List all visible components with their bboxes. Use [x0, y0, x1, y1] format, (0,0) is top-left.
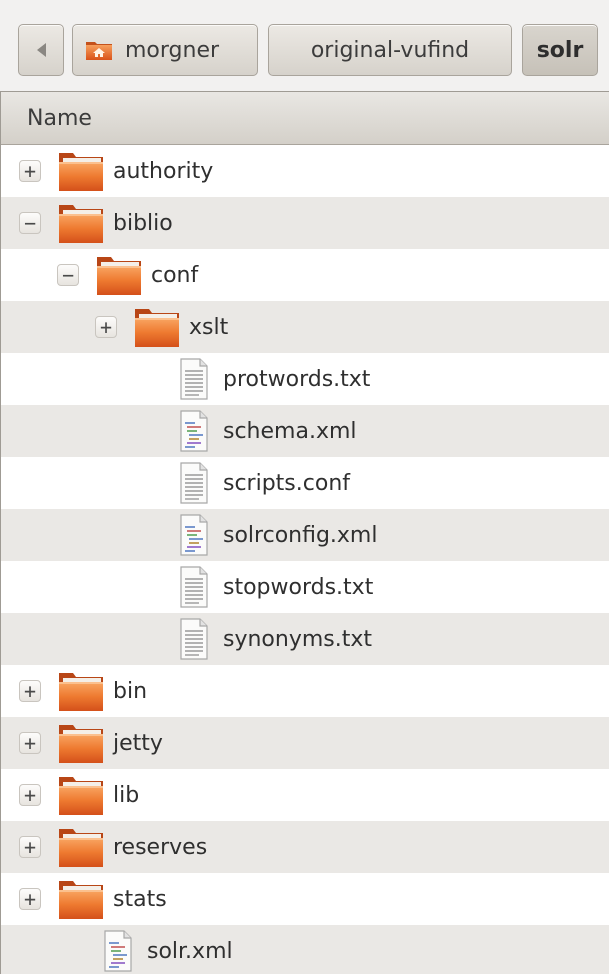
- column-header-label: Name: [27, 105, 92, 131]
- file-name: xslt: [189, 314, 229, 340]
- tree-row-file[interactable]: schema.xml: [1, 405, 609, 457]
- tree-row-folder[interactable]: + authority: [1, 145, 609, 197]
- text-file-icon: [173, 565, 213, 609]
- breadcrumb-original-vufind[interactable]: original-vufind: [268, 24, 512, 76]
- file-name: jetty: [113, 730, 163, 756]
- breadcrumb-label: solr: [536, 37, 584, 63]
- expand-toggle[interactable]: +: [19, 680, 41, 702]
- file-name: protwords.txt: [223, 366, 371, 392]
- text-file-icon: [173, 617, 213, 661]
- tree-row-folder[interactable]: − conf: [1, 249, 609, 301]
- expand-toggle[interactable]: +: [19, 888, 41, 910]
- file-list: + authority − biblio − conf + xslt protw…: [1, 145, 609, 974]
- collapse-toggle[interactable]: −: [19, 212, 41, 234]
- path-back-button[interactable]: [18, 24, 64, 76]
- file-name: bin: [113, 678, 148, 704]
- expand-toggle[interactable]: +: [19, 160, 41, 182]
- path-bar: morgner original-vufind solr: [0, 0, 609, 96]
- tree-row-folder[interactable]: + bin: [1, 665, 609, 717]
- breadcrumb-solr[interactable]: solr: [522, 24, 598, 76]
- file-name: conf: [151, 262, 199, 288]
- file-name: synonyms.txt: [223, 626, 373, 652]
- expand-toggle[interactable]: +: [19, 784, 41, 806]
- folder-icon: [57, 201, 105, 245]
- breadcrumb-morgner[interactable]: morgner: [72, 24, 258, 76]
- folder-icon: [57, 825, 105, 869]
- file-name: scripts.conf: [223, 470, 351, 496]
- tree-row-file[interactable]: synonyms.txt: [1, 613, 609, 665]
- tree-row-folder[interactable]: + stats: [1, 873, 609, 925]
- folder-icon: [133, 305, 181, 349]
- file-name: authority: [113, 158, 214, 184]
- folder-icon: [57, 877, 105, 921]
- file-name: schema.xml: [223, 418, 357, 444]
- tree-row-file[interactable]: stopwords.txt: [1, 561, 609, 613]
- collapse-toggle[interactable]: −: [57, 264, 79, 286]
- xml-file-icon: [97, 929, 137, 973]
- breadcrumb-label: morgner: [125, 37, 220, 63]
- folder-icon: [57, 149, 105, 193]
- folder-icon: [57, 773, 105, 817]
- file-name: solr.xml: [147, 938, 233, 964]
- tree-row-file[interactable]: scripts.conf: [1, 457, 609, 509]
- tree-row-file[interactable]: protwords.txt: [1, 353, 609, 405]
- file-name: biblio: [113, 210, 173, 236]
- xml-file-icon: [173, 409, 213, 453]
- file-name: stopwords.txt: [223, 574, 374, 600]
- file-name: lib: [113, 782, 140, 808]
- tree-row-folder[interactable]: + reserves: [1, 821, 609, 873]
- tree-row-file[interactable]: solrconfig.xml: [1, 509, 609, 561]
- file-tree-view[interactable]: Name + authority − biblio − conf + xslt …: [0, 91, 609, 974]
- expand-toggle[interactable]: +: [19, 732, 41, 754]
- file-name: stats: [113, 886, 167, 912]
- column-header-name[interactable]: Name: [1, 91, 609, 145]
- tree-row-folder[interactable]: + xslt: [1, 301, 609, 353]
- folder-icon: [95, 253, 143, 297]
- home-folder-icon: [85, 39, 113, 61]
- text-file-icon: [173, 357, 213, 401]
- tree-row-file[interactable]: solr.xml: [1, 925, 609, 974]
- tree-row-folder[interactable]: + lib: [1, 769, 609, 821]
- file-name: solrconfig.xml: [223, 522, 378, 548]
- text-file-icon: [173, 461, 213, 505]
- folder-icon: [57, 669, 105, 713]
- xml-file-icon: [173, 513, 213, 557]
- left-arrow-icon: [36, 43, 46, 57]
- tree-row-folder[interactable]: − biblio: [1, 197, 609, 249]
- file-name: reserves: [113, 834, 208, 860]
- breadcrumb-label: original-vufind: [310, 37, 470, 63]
- folder-icon: [57, 721, 105, 765]
- expand-toggle[interactable]: +: [95, 316, 117, 338]
- expand-toggle[interactable]: +: [19, 836, 41, 858]
- tree-row-folder[interactable]: + jetty: [1, 717, 609, 769]
